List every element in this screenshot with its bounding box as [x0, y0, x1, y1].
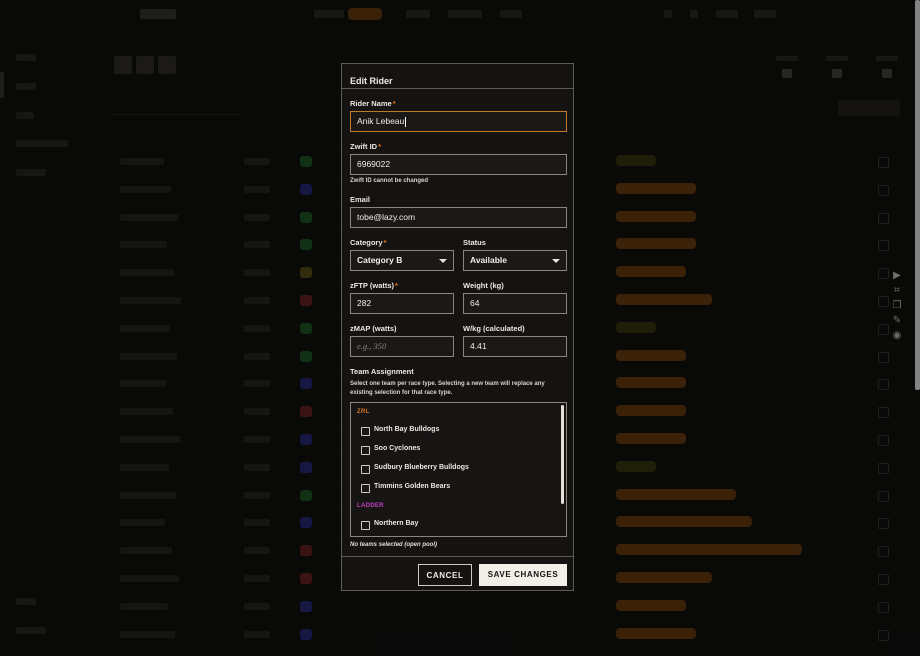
- chevron-down-icon: [439, 259, 447, 263]
- zmap-label: zMAP (watts): [350, 324, 397, 333]
- team-assignment-title: Team Assignment: [350, 367, 414, 376]
- wkg-readonly-field: 4.41: [463, 336, 567, 357]
- rider-name-label-text: Rider Name: [350, 99, 392, 108]
- required-mark: *: [395, 281, 398, 290]
- category-selected-value: Category B: [357, 255, 403, 265]
- wkg-label: W/kg (calculated): [463, 324, 525, 333]
- email-label: Email: [350, 195, 371, 204]
- zwift-id-label-text: Zwift ID: [350, 142, 378, 151]
- checkbox-icon[interactable]: [361, 446, 370, 455]
- team-list-scrollbar[interactable]: [561, 405, 564, 504]
- team-label: Sudbury Blueberry Bulldogs: [374, 464, 469, 471]
- zftp-label: zFTP (watts)*: [350, 281, 398, 290]
- zftp-input[interactable]: 282: [350, 293, 454, 314]
- description-line: existing selection for that race type.: [350, 390, 453, 396]
- email-value: tobe@lazy.com: [357, 212, 416, 222]
- modal-header: Edit Rider: [342, 64, 573, 89]
- zftp-label-text: zFTP (watts): [350, 281, 395, 290]
- required-mark: *: [378, 142, 381, 151]
- checkbox-icon[interactable]: [361, 521, 370, 530]
- zwift-id-hint: Zwift ID cannot be changed: [350, 178, 429, 184]
- edit-rider-modal: Edit Rider Rider Name* Anik Lebeau Zwift…: [341, 63, 574, 591]
- modal-footer: CANCEL SAVE CHANGES: [342, 556, 573, 591]
- email-input[interactable]: tobe@lazy.com: [350, 207, 567, 228]
- group-title-ladder: LADDER: [357, 503, 384, 509]
- category-label-text: Category: [350, 238, 383, 247]
- chevron-down-icon: [552, 259, 560, 263]
- team-label: North Bay Bulldogs: [374, 426, 440, 433]
- category-label: Category*: [350, 238, 386, 247]
- checkbox-icon[interactable]: [361, 465, 370, 474]
- wkg-value: 4.41: [470, 341, 487, 351]
- no-teams-note: No teams selected (open pool): [350, 542, 438, 548]
- rider-name-label: Rider Name*: [350, 99, 396, 108]
- zftp-value: 282: [357, 298, 372, 308]
- zwift-id-input[interactable]: 6969022: [350, 154, 567, 175]
- modal-title: Edit Rider: [350, 76, 393, 86]
- rider-name-input[interactable]: Anik Lebeau: [350, 111, 567, 132]
- status-selected-value: Available: [470, 255, 508, 265]
- text-caret: [405, 116, 407, 127]
- rider-name-value: Anik Lebeau: [357, 116, 405, 126]
- cancel-button[interactable]: CANCEL: [418, 564, 472, 586]
- required-mark: *: [392, 99, 396, 108]
- weight-value: 64: [470, 298, 480, 308]
- team-label: Soo Cyclones: [374, 445, 421, 452]
- zwift-id-value: 6969022: [357, 159, 391, 169]
- category-select[interactable]: Category B: [350, 250, 454, 271]
- save-changes-button[interactable]: SAVE CHANGES: [479, 564, 567, 586]
- status-label: Status: [463, 238, 486, 247]
- weight-label: Weight (kg): [463, 281, 504, 290]
- checkbox-icon[interactable]: [361, 427, 370, 436]
- checkbox-icon[interactable]: [361, 484, 370, 493]
- team-label: Timmins Golden Bears: [374, 483, 451, 490]
- zwift-id-label: Zwift ID*: [350, 142, 381, 151]
- group-title-zrl: ZRL: [357, 409, 370, 415]
- zmap-input[interactable]: e.g., 350: [350, 336, 454, 357]
- zmap-placeholder: e.g., 350: [357, 341, 387, 351]
- required-mark: *: [383, 238, 387, 247]
- team-label: Northern Bay: [374, 520, 419, 527]
- status-select[interactable]: Available: [463, 250, 567, 271]
- weight-input[interactable]: 64: [463, 293, 567, 314]
- description-line: Select one team per race type. Selecting…: [350, 381, 545, 387]
- team-assignment-description: Select one team per race type. Selecting…: [350, 380, 545, 398]
- team-list[interactable]: ZRL North Bay Bulldogs Soo Cyclones Sudb…: [350, 402, 567, 537]
